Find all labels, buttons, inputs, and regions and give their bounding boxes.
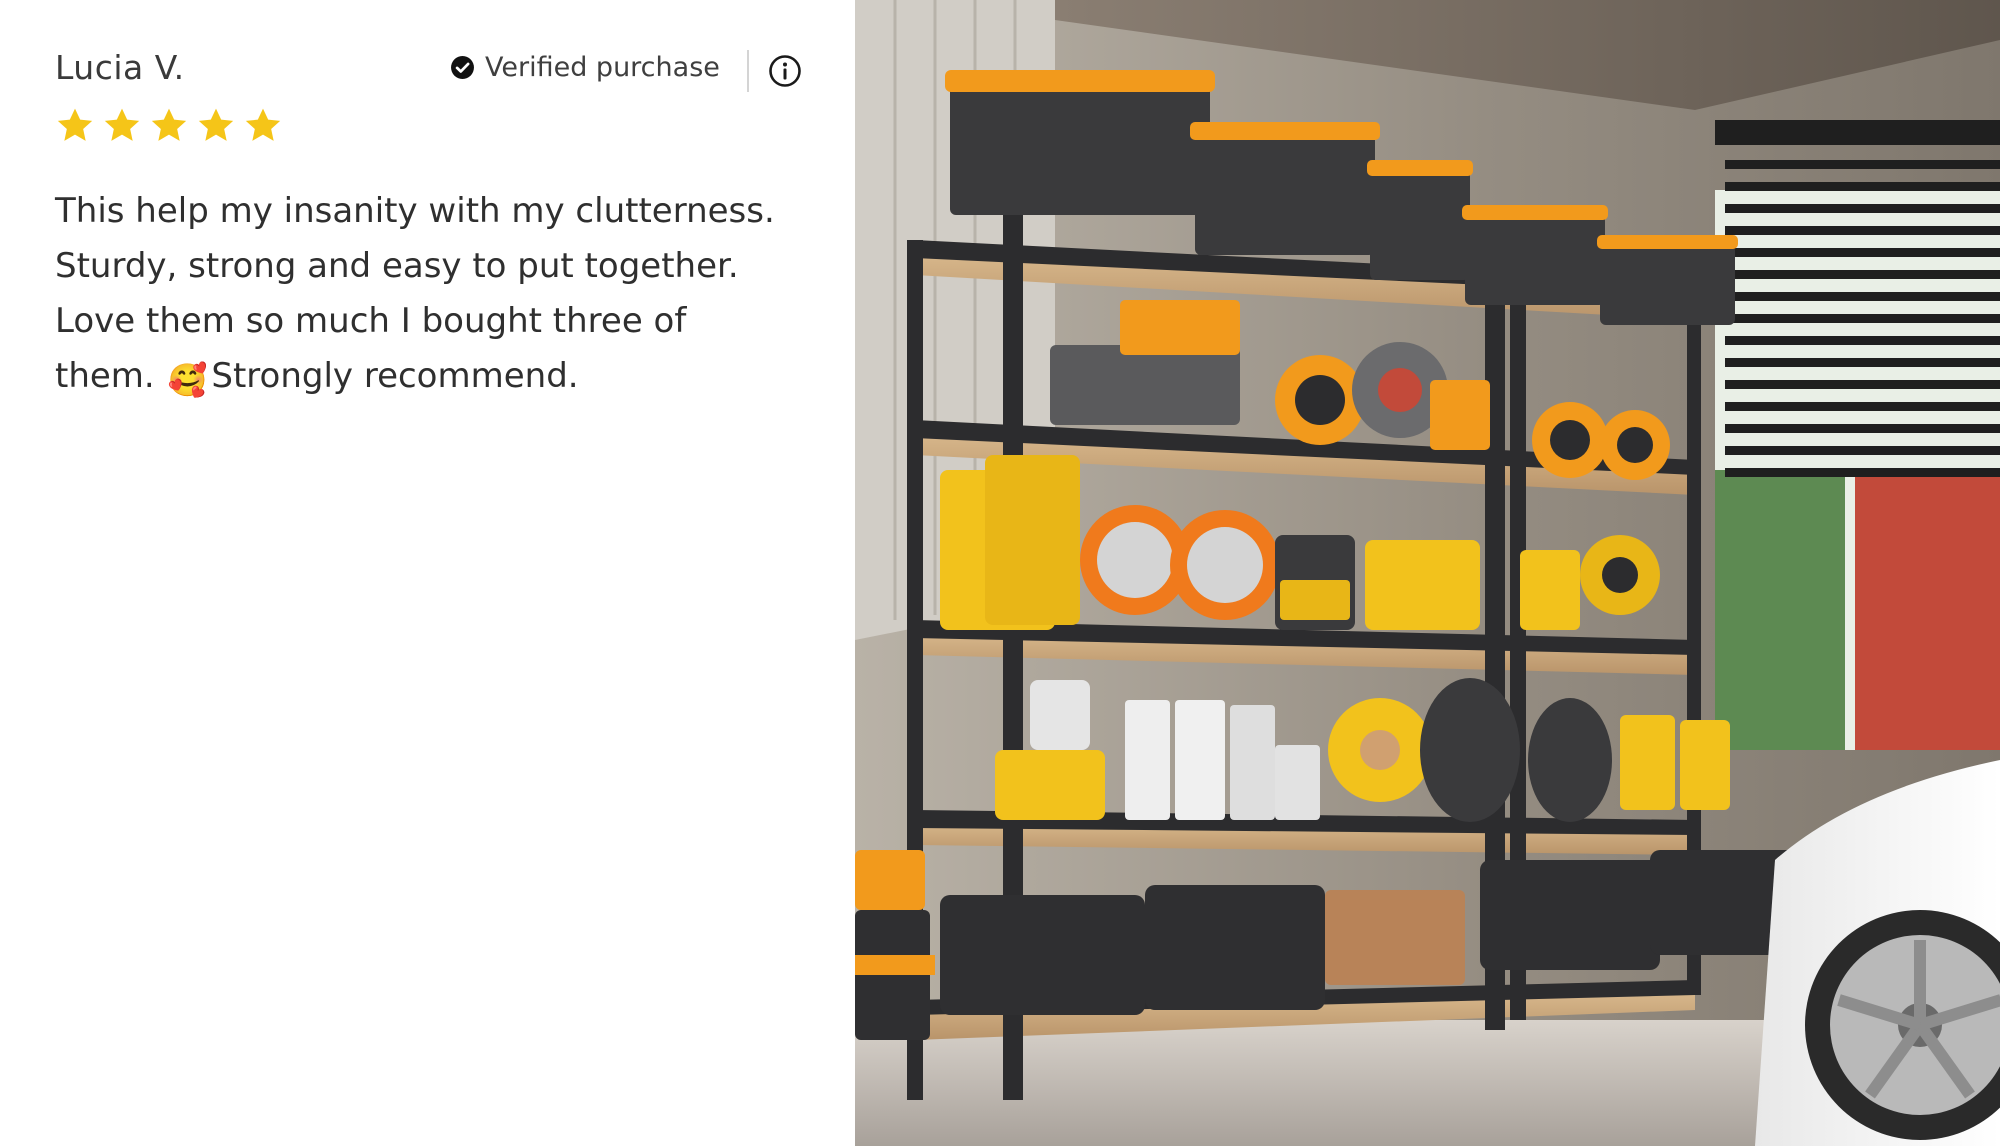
review-panel: Lucia V. Verified purchase This help my …: [0, 0, 855, 1146]
check-circle-icon: [451, 56, 474, 79]
review-text: This help my insanity with my clutternes…: [55, 184, 795, 408]
review-card: Lucia V. Verified purchase This help my …: [0, 0, 2000, 1146]
emoji: 🥰: [167, 361, 208, 399]
product-photo: [855, 0, 2000, 1146]
star-icon: [104, 108, 140, 141]
divider: [747, 50, 749, 92]
star-icon: [151, 108, 187, 141]
star-rating: [55, 106, 283, 146]
verified-badge: Verified purchase: [450, 52, 720, 83]
info-icon[interactable]: [768, 54, 802, 88]
verified-label: Verified purchase: [485, 52, 720, 83]
star-icon: [57, 108, 93, 141]
star-icon: [245, 108, 281, 141]
reviewer-name: Lucia V.: [55, 48, 185, 87]
review-text-part2: Strongly recommend.: [211, 356, 579, 396]
star-icon: [198, 108, 234, 141]
